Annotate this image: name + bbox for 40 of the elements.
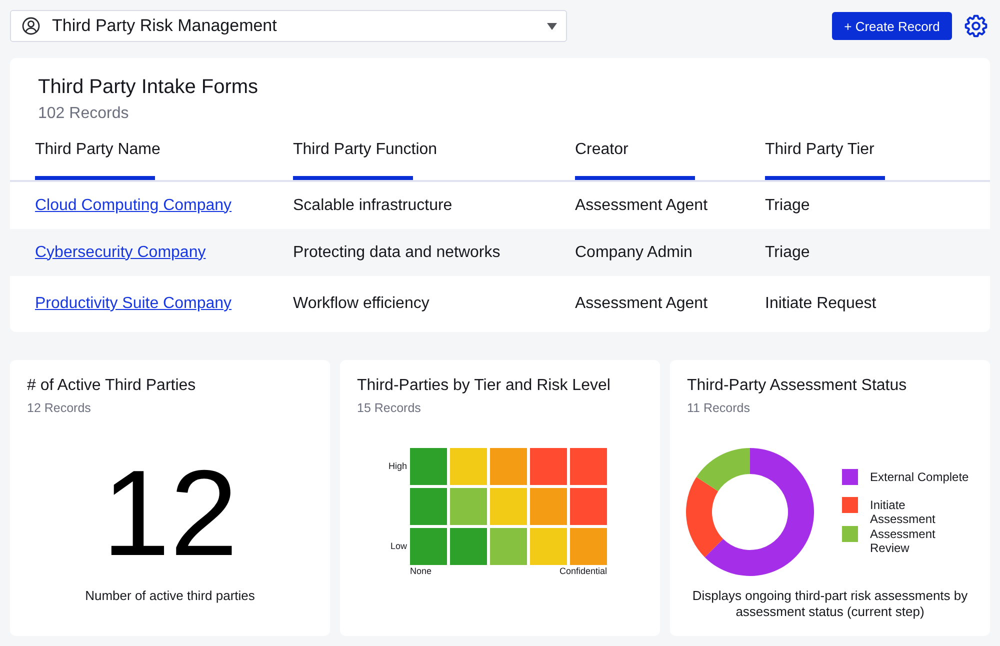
column-header: Third Party Tier — [765, 140, 874, 160]
caret-icon — [547, 22, 557, 30]
axis-label: Confidential — [559, 566, 607, 577]
axis-label: None — [410, 566, 432, 577]
user-icon — [22, 17, 40, 35]
table-cell: Company Admin — [575, 244, 692, 260]
create-record-button[interactable]: + Create Record — [832, 12, 952, 40]
table-cell: Workflow efficiency — [293, 295, 430, 312]
table-cell: Triage — [765, 244, 810, 260]
widget-title: Third-Parties by Tier and Risk Level — [357, 376, 610, 396]
record-count: 11 Records — [687, 400, 750, 416]
company-link[interactable]: Productivity Suite Company — [35, 295, 232, 312]
table-cell: Assessment Agent — [575, 196, 708, 214]
metric-caption: Number of active third parties — [85, 588, 255, 604]
column-header: Creator — [575, 140, 628, 160]
settings-button[interactable] — [964, 14, 988, 38]
record-count: 15 Records — [357, 400, 421, 416]
widget-title: Third-Party Assessment Status — [687, 376, 907, 396]
table-cell: Protecting data and networks — [293, 244, 500, 260]
record-count: 12 Records — [27, 400, 91, 416]
company-link[interactable]: Cybersecurity Company — [35, 244, 206, 260]
record-count: 102 Records — [38, 104, 129, 124]
axis-label: High — [388, 461, 407, 472]
table-cell: Initiate Request — [765, 295, 876, 312]
axis-label: Low — [390, 541, 407, 552]
legend-label: Initiate Assessment — [870, 497, 936, 526]
widget-title: # of Active Third Parties — [27, 376, 196, 396]
table-cell: Triage — [765, 196, 810, 214]
chart-caption: Displays ongoing third-part risk assessments by assessment status (current step) — [691, 588, 969, 620]
table-cell: Scalable infrastructure — [293, 196, 452, 214]
gear-icon — [964, 14, 988, 38]
company-link[interactable]: Cloud Computing Company — [35, 196, 232, 214]
panel-title: Third Party Intake Forms — [38, 75, 258, 99]
legend-label: External Complete — [870, 469, 970, 484]
workspace-dropdown[interactable]: Third Party Risk Management — [10, 10, 567, 42]
table-cell: Assessment Agent — [575, 295, 708, 312]
column-header: Third Party Function — [293, 140, 438, 160]
column-header: Third Party Name — [35, 140, 160, 160]
legend-label: Assessment Review — [870, 526, 936, 555]
metric-value: 12 — [102, 452, 238, 574]
